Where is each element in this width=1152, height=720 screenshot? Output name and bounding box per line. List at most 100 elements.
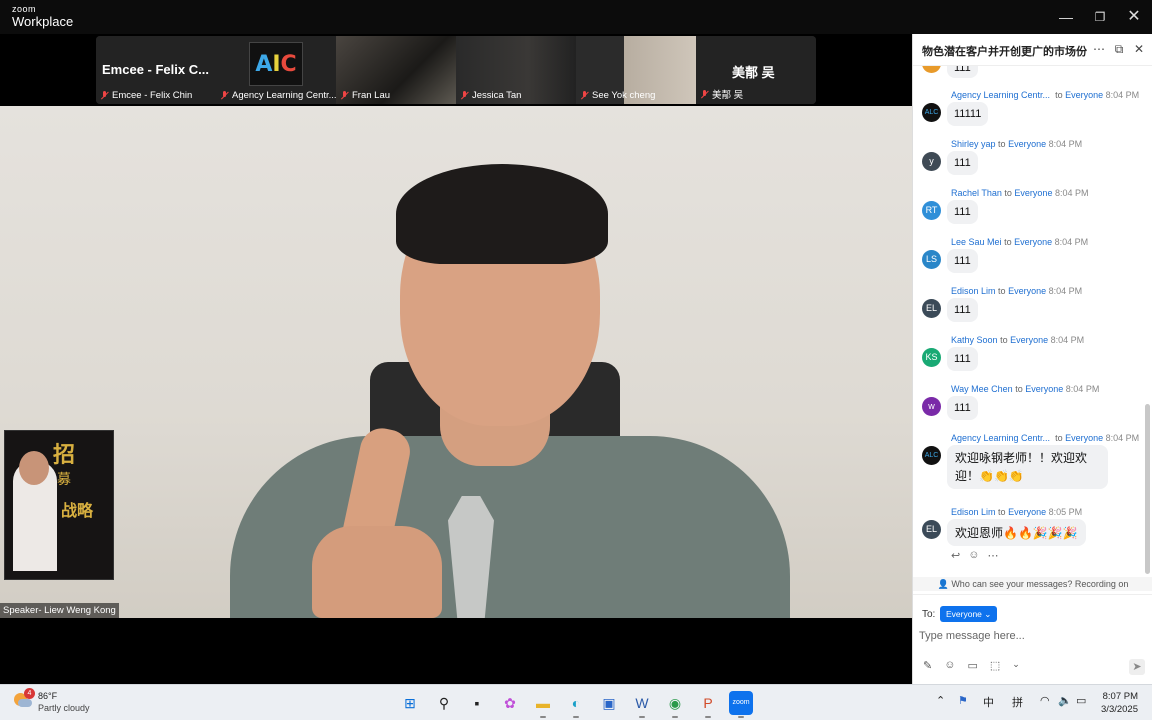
minimize-icon[interactable]: — [1054, 6, 1078, 28]
avatar: RT [922, 201, 941, 220]
participant-name: See Yok cheng [592, 90, 656, 101]
copilot-icon[interactable]: ✿ [498, 691, 522, 715]
zoom-logo: zoom Workplace [12, 4, 74, 29]
to-label: To: [922, 609, 936, 620]
message-list: 111 ALC Agency Learning Centr... to Ever… [913, 66, 1145, 594]
participant-name: 美郬 吴 [712, 90, 744, 101]
sender-name[interactable]: Agency Learning Centr... [951, 90, 1050, 100]
chevron-down-icon[interactable]: ⌄ [1012, 659, 1020, 672]
participant-tile[interactable]: 美郬 吴 美郬 吴 [696, 36, 816, 104]
time: 8:07 PM [1102, 691, 1138, 702]
more-icon[interactable]: ⋯ [987, 549, 998, 562]
participant-strip: Emcee - Felix C... Emcee - Felix Chin AI… [96, 36, 816, 104]
avatar: y [922, 152, 941, 171]
popout-icon[interactable]: ⧉ [1111, 41, 1127, 57]
notification-badge: 4 [24, 688, 35, 699]
word-icon[interactable]: W [630, 691, 654, 718]
brand-bottom: Workplace [12, 14, 74, 29]
avatar: LS [922, 250, 941, 269]
message-bubble: 111 [947, 396, 978, 420]
format-icon[interactable]: ✎ [923, 659, 932, 672]
battery-icon[interactable]: ▭ [1076, 694, 1086, 707]
message-bubble: 欢迎咏钢老师！！欢迎欢 迎！👏👏👏 [947, 445, 1108, 489]
title-bar: zoom Workplace — ❐ ✕ [0, 0, 1152, 34]
close-chat-icon[interactable]: ✕ [1131, 41, 1147, 57]
participant-display-name: Emcee - Felix C... [102, 62, 209, 77]
chrome-icon[interactable]: ◉ [663, 691, 687, 718]
sender-name[interactable]: Agency Learning Centr... [951, 433, 1050, 443]
speaker-label: Speaker- Liew Weng Kong [0, 603, 119, 618]
message-bubble: 111 [947, 151, 978, 175]
chat-panel: 物色潜在客户并开创更广的市场份... ⋯ ⧉ ✕ 111 ALC Agency … [912, 34, 1152, 684]
emoji-icon[interactable]: ☺ [944, 659, 955, 672]
chevron-down-icon: ⌄ [984, 609, 992, 619]
sender-name[interactable]: Rachel Than [951, 188, 1002, 198]
message-bubble: 111 [947, 66, 978, 78]
more-options-icon[interactable]: ⋯ [1091, 41, 1107, 57]
recipient-dropdown[interactable]: Everyone ⌄ [940, 606, 998, 622]
chevron-up-icon[interactable]: ⌃ [936, 694, 945, 707]
sender-name[interactable]: Edison Lim [951, 507, 996, 517]
volume-icon[interactable]: 🔈 [1058, 694, 1072, 707]
message-bubble: 111 [947, 347, 978, 371]
message-bubble: 欢迎恩师🔥🔥🎉🎉🎉 [947, 519, 1086, 546]
message-bubble: 111 [947, 249, 978, 273]
ime-mode-indicator[interactable]: 拼 [1012, 694, 1023, 710]
restore-icon[interactable]: ❐ [1088, 6, 1112, 28]
participant-tile[interactable]: Fran Lau [336, 36, 456, 104]
ime-indicator[interactable]: 中 [983, 694, 994, 710]
participant-display-name: 美郬 吴 [732, 65, 775, 80]
mic-muted-icon [340, 91, 349, 100]
store-icon[interactable]: ▣ [597, 691, 621, 715]
sender-name[interactable]: Way Mee Chen [951, 384, 1013, 394]
screenshot-icon[interactable]: ⬚ [990, 659, 1000, 672]
chat-title: 物色潜在客户并开创更广的市场份... [922, 46, 1087, 58]
emoji-reaction-icon[interactable]: ☺ [968, 549, 979, 562]
alc-logo: AIC [249, 42, 303, 86]
meeting-stage: Emcee - Felix C... Emcee - Felix Chin AI… [0, 34, 912, 684]
participant-tile[interactable]: AIC Agency Learning Centr... [216, 36, 336, 104]
person-icon: 👤 [937, 579, 949, 589]
accessibility-icon[interactable]: ⚑ [958, 694, 968, 707]
zoom-app-icon[interactable]: zoom [729, 691, 753, 718]
avatar: EL [922, 520, 941, 539]
weather-widget[interactable]: 4 86°F Partly cloudy [12, 688, 90, 714]
mic-muted-icon [700, 89, 709, 99]
avatar: EL [922, 299, 941, 318]
book-title-2: 募 [57, 471, 71, 487]
participant-name: Emcee - Felix Chin [112, 90, 193, 101]
taskbar: 4 86°F Partly cloudy ⊞ ⚲ ▪ ✿ ▬ ◐ ▣ W ◉ P… [0, 684, 1152, 720]
edge-icon[interactable]: ◐ [564, 691, 588, 718]
brand-top: zoom [12, 4, 37, 14]
avatar: w [922, 397, 941, 416]
recording-notice[interactable]: 👤 Who can see your messages? Recording o… [913, 577, 1152, 591]
partial-avatar [922, 66, 941, 73]
task-view-icon[interactable]: ▪ [465, 691, 489, 715]
powerpoint-icon[interactable]: P [696, 691, 720, 718]
close-icon[interactable]: ✕ [1122, 6, 1146, 28]
file-explorer-icon[interactable]: ▬ [531, 691, 555, 718]
wifi-icon[interactable]: ◠ [1040, 694, 1050, 707]
reply-icon[interactable]: ↩ [951, 549, 960, 562]
participant-tile[interactable]: See Yok cheng [576, 36, 696, 104]
message-input[interactable] [919, 627, 1144, 645]
sender-name[interactable]: Lee Sau Mei [951, 237, 1002, 247]
mic-muted-icon [220, 91, 229, 100]
participant-tile[interactable]: Jessica Tan [456, 36, 576, 104]
weather-icon: 4 [12, 688, 35, 710]
chat-scrollbar[interactable] [1145, 404, 1150, 574]
date: 3/3/2025 [1101, 704, 1138, 715]
speaker-video: 招 募 战略 Speaker- Liew Weng Kong [0, 106, 912, 618]
avatar: ALC [922, 446, 941, 465]
send-icon[interactable]: ➤ [1129, 659, 1145, 675]
clock[interactable]: 8:07 PM 3/3/2025 [1100, 690, 1138, 716]
sender-name[interactable]: Kathy Soon [951, 335, 998, 345]
search-icon[interactable]: ⚲ [432, 691, 456, 715]
temperature: 86°F [38, 691, 58, 701]
weather-condition: Partly cloudy [38, 703, 90, 713]
file-icon[interactable]: ▭ [967, 659, 977, 672]
sender-name[interactable]: Edison Lim [951, 286, 996, 296]
participant-tile[interactable]: Emcee - Felix C... Emcee - Felix Chin [96, 36, 216, 104]
sender-name[interactable]: Shirley yap [951, 139, 996, 149]
start-icon[interactable]: ⊞ [398, 691, 422, 715]
